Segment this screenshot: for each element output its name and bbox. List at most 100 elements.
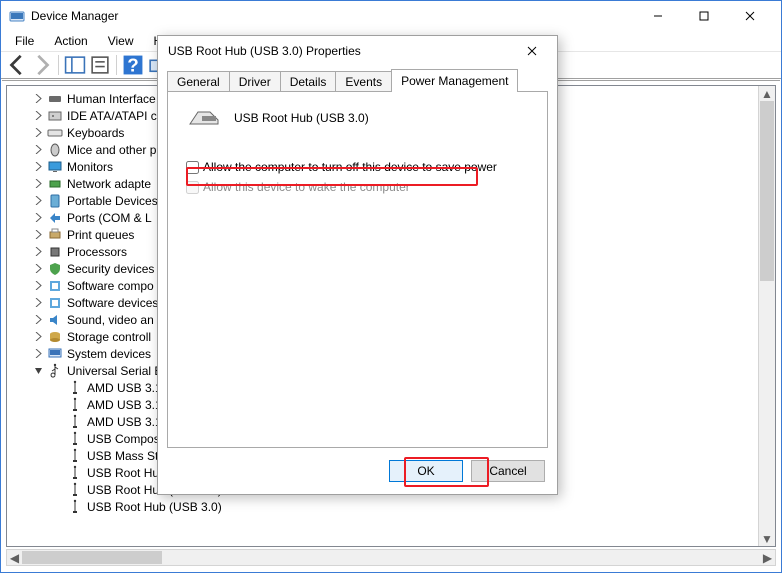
properties-dialog: USB Root Hub (USB 3.0) Properties Genera… xyxy=(157,35,558,495)
app-icon xyxy=(9,8,25,24)
tree-item-label: USB Mass St xyxy=(87,448,158,464)
tab-driver[interactable]: Driver xyxy=(229,71,281,92)
tree-item-label: Print queues xyxy=(67,227,134,243)
tab-events[interactable]: Events xyxy=(335,71,392,92)
forward-button[interactable] xyxy=(30,54,54,76)
usb-device-icon xyxy=(67,465,83,481)
dialog-close-button[interactable] xyxy=(517,36,547,66)
menu-file[interactable]: File xyxy=(7,32,42,50)
dialog-tabs: General Driver Details Events Power Mana… xyxy=(167,70,548,92)
properties-button[interactable] xyxy=(88,54,112,76)
storage-icon xyxy=(47,329,63,345)
usb-device-icon xyxy=(67,431,83,447)
tree-item-label: Mice and other p xyxy=(67,142,156,158)
window-title: Device Manager xyxy=(31,9,635,23)
close-button[interactable] xyxy=(727,1,773,31)
portable-icon xyxy=(47,193,63,209)
printer-icon xyxy=(47,227,63,243)
option-allow-wake: Allow this device to wake the computer xyxy=(182,178,533,196)
tree-item-label: Monitors xyxy=(67,159,113,175)
collapse-icon[interactable] xyxy=(31,366,45,375)
usb-hub-icon xyxy=(188,106,220,130)
software-component-icon xyxy=(47,278,63,294)
cpu-icon xyxy=(47,244,63,260)
option-label: Allow the computer to turn off this devi… xyxy=(203,160,497,174)
titlebar: Device Manager xyxy=(1,1,781,31)
tree-item-label: AMD USB 3.1 xyxy=(87,414,162,430)
dialog-titlebar: USB Root Hub (USB 3.0) Properties xyxy=(158,36,557,66)
sound-icon xyxy=(47,312,63,328)
tab-power-management[interactable]: Power Management xyxy=(391,69,518,92)
menu-view[interactable]: View xyxy=(100,32,142,50)
option-allow-turn-off[interactable]: Allow the computer to turn off this devi… xyxy=(182,158,533,176)
back-button[interactable] xyxy=(5,54,29,76)
checkbox-allow-wake xyxy=(186,181,199,194)
toolbar-separator xyxy=(116,55,117,75)
tree-item-label: AMD USB 3.1 xyxy=(87,380,162,396)
ide-icon xyxy=(47,108,63,124)
tree-item-label: USB Root Hub (USB 3.0) xyxy=(87,499,222,515)
security-icon xyxy=(47,261,63,277)
tree-item-label: Software devices xyxy=(67,295,158,311)
tree-item-label: IDE ATA/ATAPI c xyxy=(67,108,157,124)
tree-item-label: Security devices xyxy=(67,261,154,277)
scrollbar-thumb[interactable] xyxy=(760,101,774,281)
show-hide-tree-button[interactable] xyxy=(63,54,87,76)
scroll-up-icon[interactable]: ▲ xyxy=(759,86,775,101)
tree-item-label: Software compo xyxy=(67,278,154,294)
tab-details[interactable]: Details xyxy=(280,71,337,92)
device-header: USB Root Hub (USB 3.0) xyxy=(182,106,533,130)
tree-item-label: System devices xyxy=(67,346,151,362)
software-device-icon xyxy=(47,295,63,311)
tree-item-label: Portable Devices xyxy=(67,193,158,209)
ok-button[interactable]: OK xyxy=(389,460,463,482)
hid-icon xyxy=(47,91,63,107)
network-icon xyxy=(47,176,63,192)
tree-item-label: Ports (COM & L xyxy=(67,210,152,226)
dialog-buttons: OK Cancel xyxy=(389,460,545,482)
usb-icon xyxy=(47,363,63,379)
tree-item-label: USB Root Hu xyxy=(87,465,159,481)
tree-item[interactable]: USB Root Hub (USB 3.0) xyxy=(51,498,775,515)
tree-item-label: AMD USB 3.1 xyxy=(87,397,162,413)
system-icon xyxy=(47,346,63,362)
scroll-down-icon[interactable]: ▼ xyxy=(759,531,775,546)
keyboard-icon xyxy=(47,125,63,141)
usb-device-icon xyxy=(67,397,83,413)
tree-item-label: Processors xyxy=(67,244,127,260)
tree-item-label: Human Interface xyxy=(67,91,156,107)
maximize-button[interactable] xyxy=(681,1,727,31)
svg-text:?: ? xyxy=(127,54,139,75)
toolbar-separator xyxy=(58,55,59,75)
usb-device-icon xyxy=(67,414,83,430)
checkbox-allow-turn-off[interactable] xyxy=(186,161,199,174)
ports-icon xyxy=(47,210,63,226)
scroll-right-icon[interactable]: ▶ xyxy=(760,550,775,565)
tab-general[interactable]: General xyxy=(167,71,230,92)
tree-item-label: Keyboards xyxy=(67,125,124,141)
menu-action[interactable]: Action xyxy=(46,32,95,50)
usb-device-icon xyxy=(67,448,83,464)
vertical-scrollbar[interactable]: ▲ ▼ xyxy=(758,86,775,546)
device-name-label: USB Root Hub (USB 3.0) xyxy=(234,111,369,125)
scroll-left-icon[interactable]: ◀ xyxy=(7,550,22,565)
tree-item-label: Storage controll xyxy=(67,329,151,345)
usb-device-icon xyxy=(67,380,83,396)
usb-device-icon xyxy=(67,482,83,498)
cancel-button[interactable]: Cancel xyxy=(471,460,545,482)
minimize-button[interactable] xyxy=(635,1,681,31)
tab-panel-power-management: USB Root Hub (USB 3.0) Allow the compute… xyxy=(167,91,548,448)
usb-device-icon xyxy=(67,499,83,515)
window-buttons xyxy=(635,1,773,31)
tree-item-label: USB Compos xyxy=(87,431,160,447)
scrollbar-thumb[interactable] xyxy=(22,551,162,564)
mouse-icon xyxy=(47,142,63,158)
tree-item-label: Sound, video an xyxy=(67,312,154,328)
horizontal-scrollbar[interactable]: ◀ ▶ xyxy=(6,549,776,566)
dialog-title: USB Root Hub (USB 3.0) Properties xyxy=(168,44,517,58)
tree-item-label: Network adapte xyxy=(67,176,151,192)
dialog-body: General Driver Details Events Power Mana… xyxy=(167,70,548,448)
monitor-icon xyxy=(47,159,63,175)
tree-item-label: Universal Serial B xyxy=(67,363,162,379)
help-button[interactable]: ? xyxy=(121,54,145,76)
